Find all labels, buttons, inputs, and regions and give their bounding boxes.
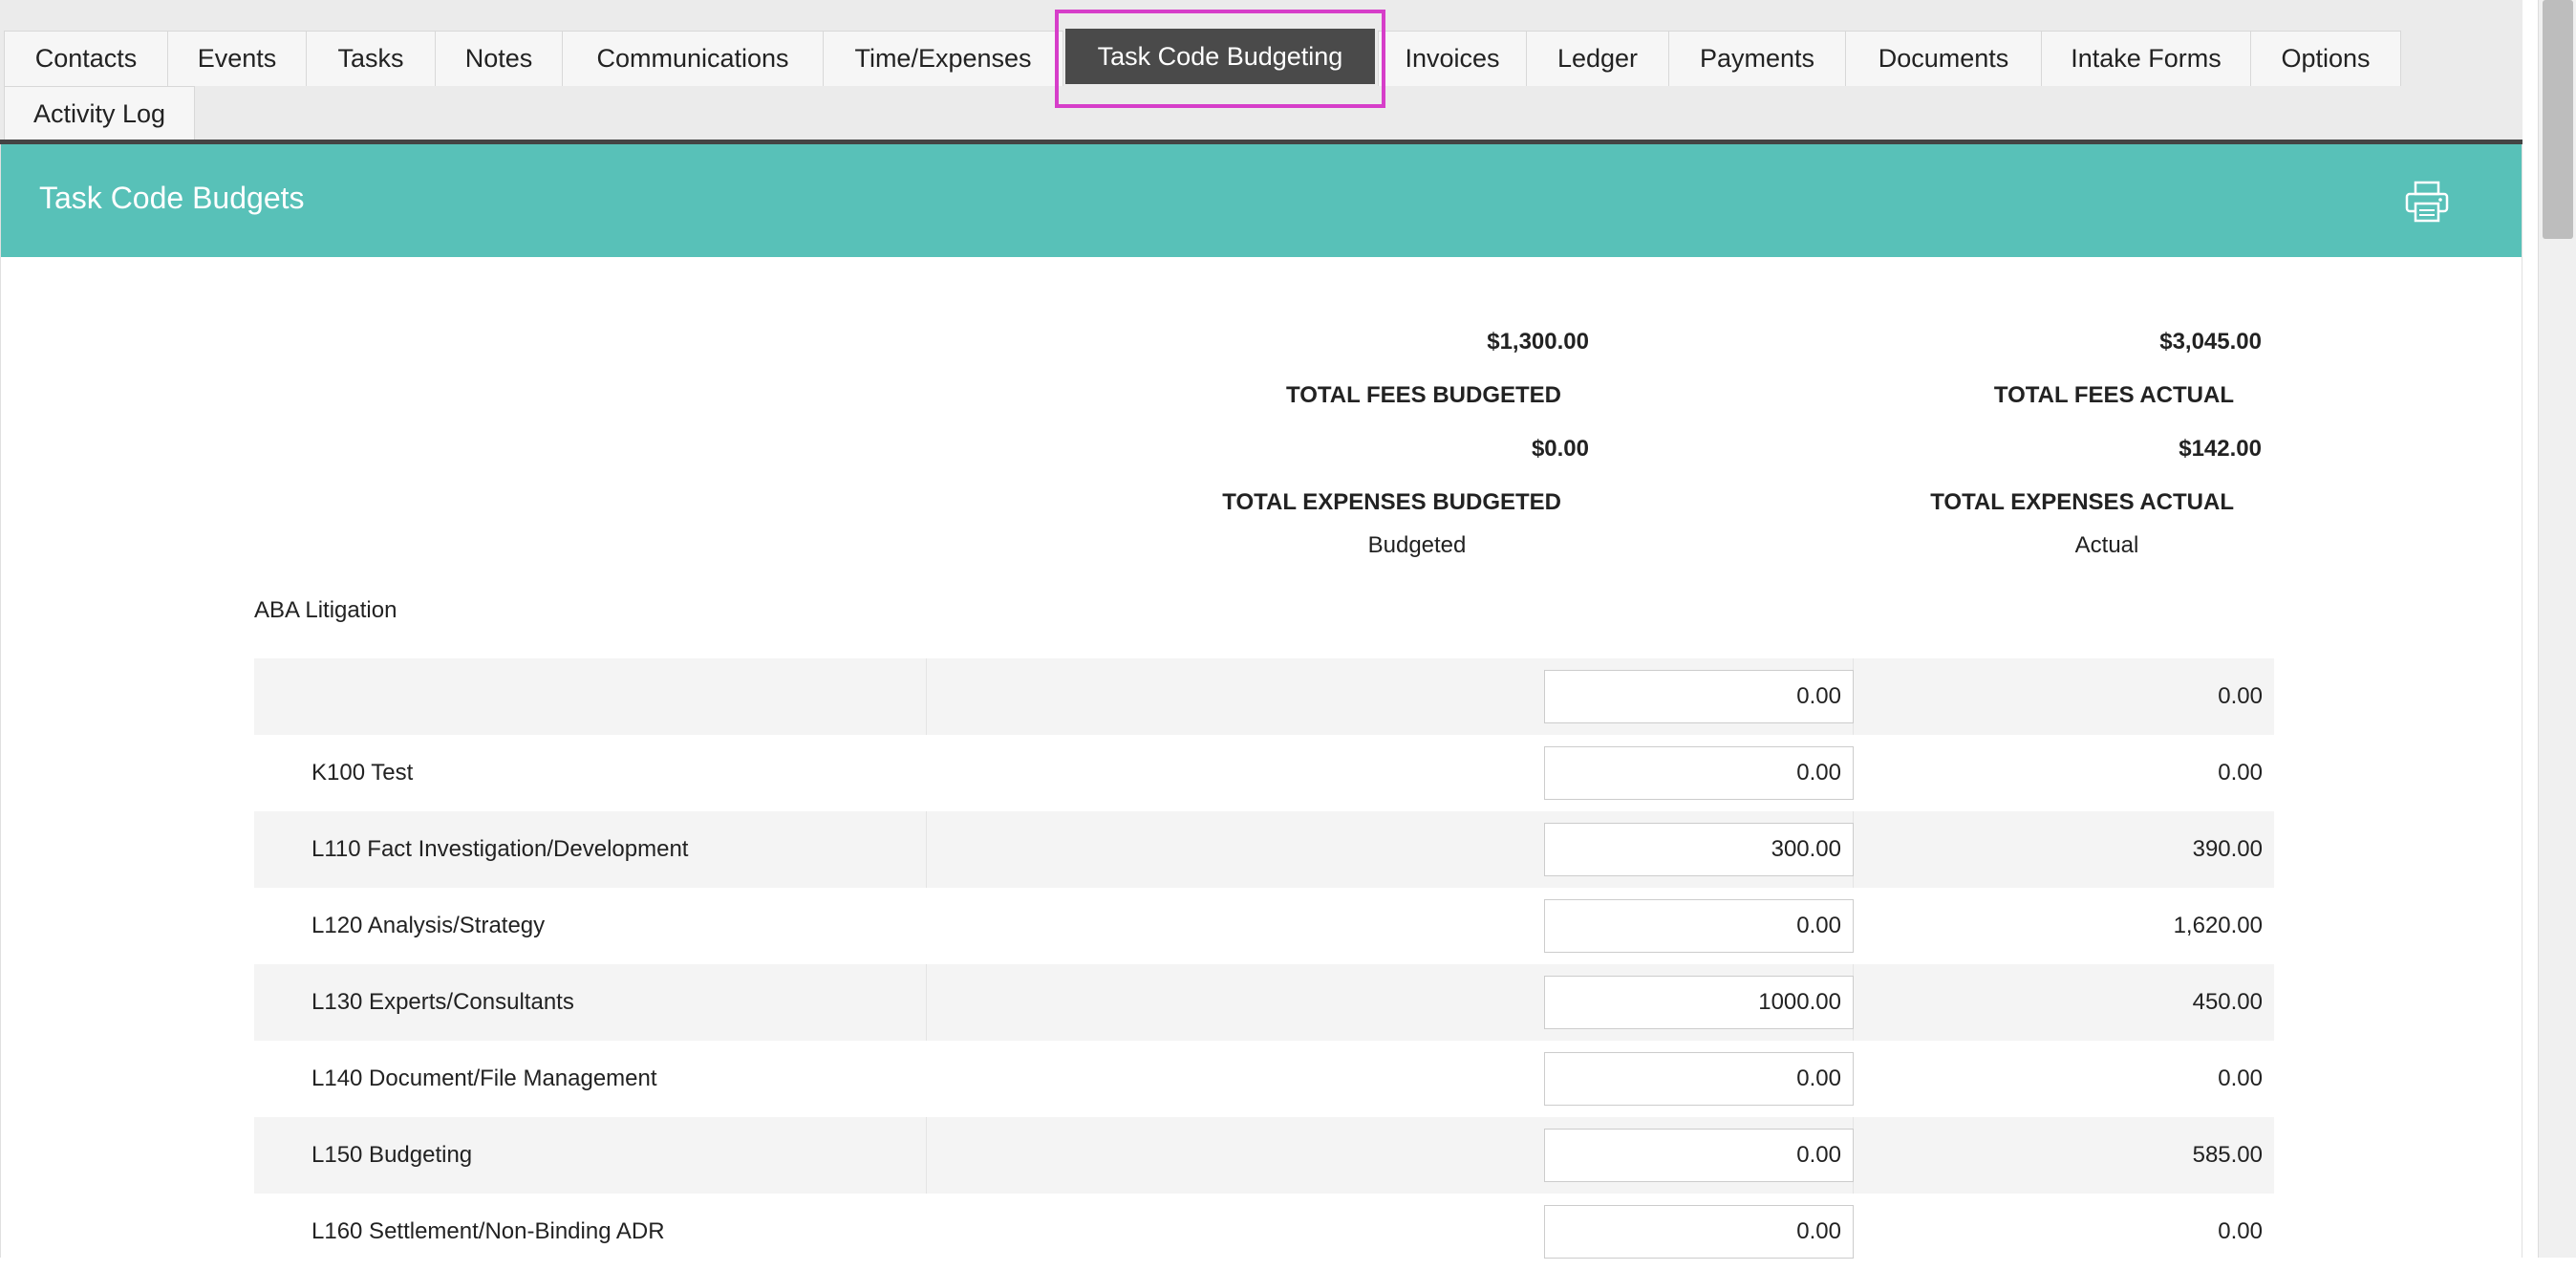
table-row: L120 Analysis/Strategy 1,620.00 [254, 888, 2274, 964]
budget-input[interactable] [1544, 746, 1854, 800]
budget-input[interactable] [1544, 899, 1854, 953]
task-code-name: L160 Settlement/Non-Binding ADR [311, 1218, 665, 1244]
budget-input[interactable] [1544, 1052, 1854, 1106]
column-header-budgeted: Budgeted [1367, 532, 1467, 558]
task-code-name: L140 Document/File Management [311, 1066, 657, 1091]
printer-icon[interactable] [2404, 181, 2450, 223]
tab-documents[interactable]: Documents [1845, 31, 2042, 86]
table-row: K100 Test 0.00 [254, 735, 2274, 811]
tab-intake-forms[interactable]: Intake Forms [2041, 31, 2251, 86]
task-code-name: L130 Experts/Consultants [254, 964, 927, 1041]
total-expenses-actual-label: TOTAL EXPENSES ACTUAL [1930, 489, 2234, 515]
table-row: L130 Experts/Consultants 450.00 [254, 964, 2274, 1041]
tab-contacts[interactable]: Contacts [4, 31, 168, 86]
tab-task-code-budgeting[interactable]: Task Code Budgeting [1065, 29, 1375, 84]
task-code-name [254, 658, 927, 735]
tab-events[interactable]: Events [167, 31, 307, 86]
actual-value: 450.00 [2192, 989, 2263, 1015]
actual-value: 1,620.00 [2173, 913, 2263, 938]
budget-table: 0.00 K100 Test 0.00 L110 Fact Investigat… [254, 658, 2274, 1270]
actual-value: 390.00 [2192, 836, 2263, 862]
tab-ledger[interactable]: Ledger [1526, 31, 1669, 86]
tab-payments[interactable]: Payments [1668, 31, 1846, 86]
total-expenses-budgeted-label: TOTAL EXPENSES BUDGETED [1222, 489, 1561, 515]
tab-bar: Contacts Events Tasks Notes Communicatio… [0, 0, 2522, 143]
task-code-name: L120 Analysis/Strategy [311, 913, 546, 938]
total-expenses-actual-value: $142.00 [2179, 436, 2262, 462]
actual-value: 585.00 [2192, 1142, 2263, 1168]
total-fees-actual-value: $3,045.00 [2159, 329, 2262, 355]
group-title: ABA Litigation [254, 597, 397, 623]
panel-header: Task Code Budgets [1, 144, 2522, 257]
budget-input[interactable] [1544, 823, 1854, 876]
tab-tasks[interactable]: Tasks [306, 31, 436, 86]
budget-input[interactable] [1544, 1205, 1854, 1259]
tab-options[interactable]: Options [2250, 31, 2401, 86]
table-row: L150 Budgeting 585.00 [254, 1117, 2274, 1194]
task-code-name: L110 Fact Investigation/Development [254, 811, 927, 888]
total-fees-budgeted-label: TOTAL FEES BUDGETED [1285, 382, 1561, 408]
table-row: L160 Settlement/Non-Binding ADR 0.00 [254, 1194, 2274, 1270]
table-row: 0.00 [254, 658, 2274, 735]
tab-time-expenses[interactable]: Time/Expenses [823, 31, 1063, 86]
actual-value: 0.00 [2218, 683, 2263, 709]
total-fees-budgeted-value: $1,300.00 [1487, 329, 1589, 355]
actual-value: 0.00 [2218, 1066, 2263, 1091]
table-row: L110 Fact Investigation/Development 390.… [254, 811, 2274, 888]
panel-title: Task Code Budgets [39, 181, 305, 215]
total-fees-actual-label: TOTAL FEES ACTUAL [1993, 382, 2234, 408]
tab-notes[interactable]: Notes [435, 31, 563, 86]
total-expenses-budgeted-value: $0.00 [1531, 436, 1589, 462]
budget-input[interactable] [1544, 1129, 1854, 1182]
column-header-actual: Actual [2074, 532, 2139, 558]
vertical-scrollbar[interactable] [2538, 0, 2576, 1258]
budget-input[interactable] [1544, 670, 1854, 723]
task-code-name: L150 Budgeting [254, 1117, 927, 1194]
budget-input[interactable] [1544, 976, 1854, 1029]
actual-value: 0.00 [2218, 760, 2263, 786]
tab-activity-log[interactable]: Activity Log [4, 86, 195, 141]
tab-communications[interactable]: Communications [562, 31, 824, 86]
scrollbar-thumb[interactable] [2543, 0, 2573, 239]
actual-value: 0.00 [2218, 1218, 2263, 1244]
table-row: L140 Document/File Management 0.00 [254, 1041, 2274, 1117]
task-code-name: K100 Test [311, 760, 414, 786]
tab-invoices[interactable]: Invoices [1378, 31, 1527, 86]
